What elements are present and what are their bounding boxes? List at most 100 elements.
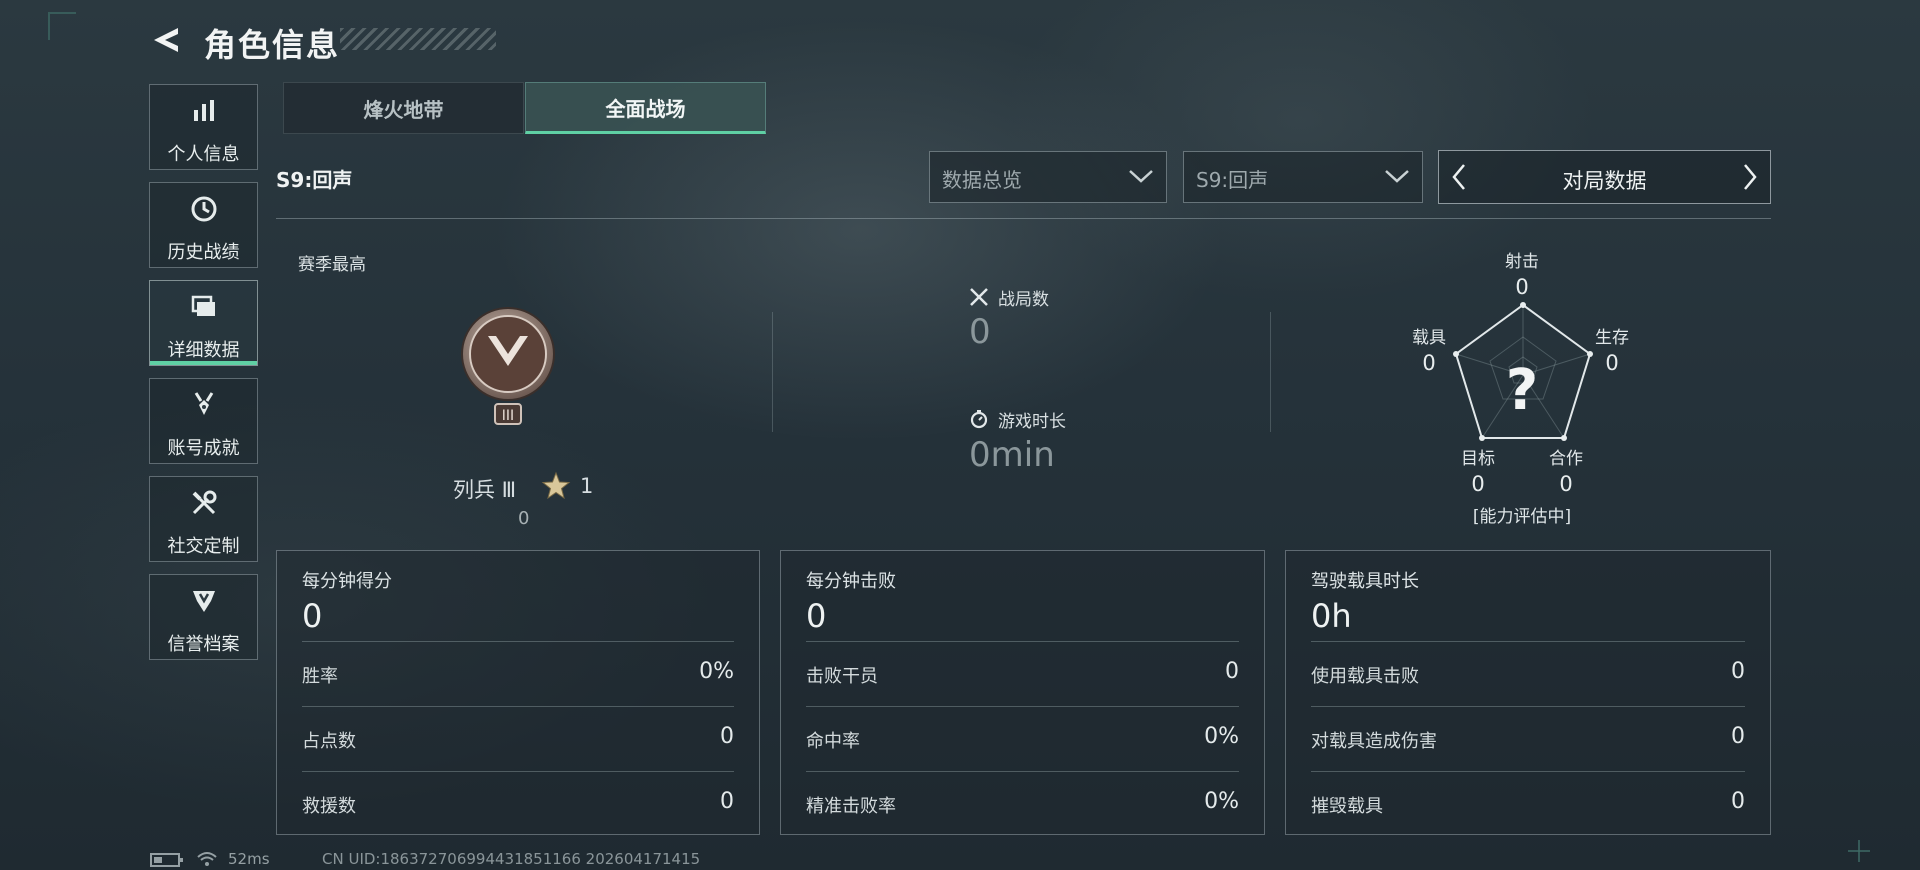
sidebar-item-reputation[interactable]: 信誉档案 bbox=[149, 574, 258, 660]
chevron-right-icon bbox=[1744, 164, 1757, 190]
stat-row: 胜率 0% bbox=[302, 641, 734, 706]
crossed-swords-icon bbox=[970, 288, 988, 306]
stat-value: 0 bbox=[720, 724, 734, 749]
mode-switcher: 对局数据 bbox=[1438, 150, 1771, 204]
uid-readout: CN UID:186372706994431851166 20260417141… bbox=[322, 850, 701, 868]
page-title: 角色信息 bbox=[204, 26, 341, 64]
stat-label: 占点数 bbox=[302, 731, 356, 752]
chevron-down-icon bbox=[1385, 170, 1409, 183]
tools-icon bbox=[150, 489, 257, 517]
ping-readout: 52ms bbox=[228, 850, 270, 868]
star-count: 1 bbox=[580, 474, 594, 498]
season-best-label: 赛季最高 bbox=[298, 255, 366, 275]
stat-value: 0 bbox=[1225, 659, 1239, 684]
stat-panel-vehicle: 驾驶载具时长 0h 使用载具击败 0 对载具造成伤害 0 摧毁载具 0 bbox=[1285, 550, 1771, 835]
title-decoration bbox=[340, 28, 496, 50]
battery-icon bbox=[150, 853, 183, 867]
sidebar-item-label: 信誉档案 bbox=[167, 634, 240, 655]
sidebar-item-label: 账号成就 bbox=[167, 438, 240, 459]
panel-header: 驾驶载具时长 bbox=[1311, 571, 1419, 592]
stat-row: 精准击败率 0% bbox=[806, 771, 1239, 836]
tab-hazard-zone[interactable]: 烽火地带 bbox=[283, 82, 524, 134]
bar-chart-icon bbox=[150, 97, 257, 125]
stat-value: 0 bbox=[1731, 659, 1745, 684]
rank-name: 列兵 Ⅲ bbox=[453, 478, 517, 502]
overview-dropdown[interactable]: 数据总览 bbox=[929, 151, 1167, 203]
corner-frame-mark bbox=[48, 12, 76, 40]
radar-label-teamwork: 合作 bbox=[1549, 449, 1583, 469]
sidebar-item-label: 社交定制 bbox=[167, 536, 240, 557]
stat-row: 使用载具击败 0 bbox=[1311, 641, 1745, 706]
radar-label-shooting: 射击 bbox=[1505, 252, 1539, 272]
stat-label: 命中率 bbox=[806, 731, 860, 752]
mode-next-button[interactable] bbox=[1730, 151, 1770, 203]
playtime-label: 游戏时长 bbox=[998, 412, 1066, 432]
medal-icon bbox=[150, 391, 257, 419]
sidebar-item-label: 历史战绩 bbox=[167, 242, 240, 263]
column-divider bbox=[772, 312, 773, 432]
stat-row: 对载具造成伤害 0 bbox=[1311, 706, 1745, 771]
stopwatch-icon bbox=[970, 410, 988, 429]
stat-row: 救援数 0 bbox=[302, 771, 734, 836]
rank-emblem-icon: III bbox=[461, 307, 555, 425]
stat-label: 击败干员 bbox=[806, 666, 878, 687]
chevron-left-icon bbox=[1452, 164, 1465, 190]
stat-row: 摧毁载具 0 bbox=[1311, 771, 1745, 836]
battles-value: 0 bbox=[969, 312, 991, 352]
stat-label: 对载具造成伤害 bbox=[1311, 731, 1437, 752]
sidebar-item-social[interactable]: 社交定制 bbox=[149, 476, 258, 562]
stat-label: 胜率 bbox=[302, 666, 338, 687]
radar-status: [能力评估中] bbox=[1472, 507, 1572, 527]
panel-value: 0h bbox=[1311, 597, 1352, 635]
stat-value: 0 bbox=[720, 789, 734, 814]
radar-label-vehicle: 载具 bbox=[1412, 328, 1446, 348]
active-indicator bbox=[150, 361, 257, 365]
corner-plus-mark bbox=[1848, 840, 1870, 862]
stat-row: 命中率 0% bbox=[806, 706, 1239, 771]
panel-header: 每分钟得分 bbox=[302, 571, 392, 592]
stat-value: 0 bbox=[1731, 789, 1745, 814]
star-icon bbox=[541, 471, 571, 500]
sidebar-item-history[interactable]: 历史战绩 bbox=[149, 182, 258, 268]
dropdown-value: 数据总览 bbox=[942, 168, 1022, 192]
season-label: S9:回声 bbox=[276, 168, 353, 192]
panel-value: 0 bbox=[302, 597, 323, 635]
radar-value-objective: 0 bbox=[1471, 472, 1485, 496]
stat-label: 摧毁载具 bbox=[1311, 796, 1383, 817]
radar-value-teamwork: 0 bbox=[1559, 472, 1573, 496]
stat-row: 击败干员 0 bbox=[806, 641, 1239, 706]
wifi-icon bbox=[197, 852, 217, 866]
stat-label: 使用载具击败 bbox=[1311, 666, 1419, 687]
stat-value: 0% bbox=[1204, 724, 1239, 749]
sidebar-item-achievements[interactable]: 账号成就 bbox=[149, 378, 258, 464]
playtime-value: 0min bbox=[969, 435, 1055, 475]
radar-label-survival: 生存 bbox=[1595, 328, 1629, 348]
stat-value: 0% bbox=[1204, 789, 1239, 814]
svg-text:III: III bbox=[502, 408, 514, 424]
radar-value-vehicle: 0 bbox=[1422, 351, 1436, 375]
stat-value: 0 bbox=[1731, 724, 1745, 749]
mode-prev-button[interactable] bbox=[1439, 151, 1479, 203]
back-button[interactable] bbox=[148, 22, 184, 58]
stat-panel-kills: 每分钟击败 0 击败干员 0 命中率 0% 精准击败率 0% bbox=[780, 550, 1265, 835]
panel-header: 每分钟击败 bbox=[806, 571, 896, 592]
clock-history-icon bbox=[150, 195, 257, 223]
rank-points: 0 bbox=[518, 508, 530, 529]
sidebar-item-personal-info[interactable]: 个人信息 bbox=[149, 84, 258, 170]
section-divider bbox=[276, 218, 1771, 219]
radar-value-survival: 0 bbox=[1605, 351, 1619, 375]
sidebar-item-label: 详细数据 bbox=[167, 340, 240, 361]
battles-label: 战局数 bbox=[998, 290, 1049, 310]
mode-label: 对局数据 bbox=[1562, 169, 1647, 193]
back-arrow-icon bbox=[154, 28, 178, 52]
season-dropdown[interactable]: S9:回声 bbox=[1183, 151, 1423, 203]
stat-value: 0% bbox=[699, 659, 734, 684]
panel-value: 0 bbox=[806, 597, 827, 635]
column-divider bbox=[1270, 312, 1271, 432]
sidebar-item-label: 个人信息 bbox=[167, 144, 240, 165]
sidebar-item-detailed-data[interactable]: 详细数据 bbox=[149, 280, 258, 366]
stat-panel-score: 每分钟得分 0 胜率 0% 占点数 0 救援数 0 bbox=[276, 550, 760, 835]
radar-label-objective: 目标 bbox=[1461, 449, 1495, 469]
tab-all-out-warfare[interactable]: 全面战场 bbox=[525, 82, 766, 134]
shield-badge-icon bbox=[150, 587, 257, 615]
